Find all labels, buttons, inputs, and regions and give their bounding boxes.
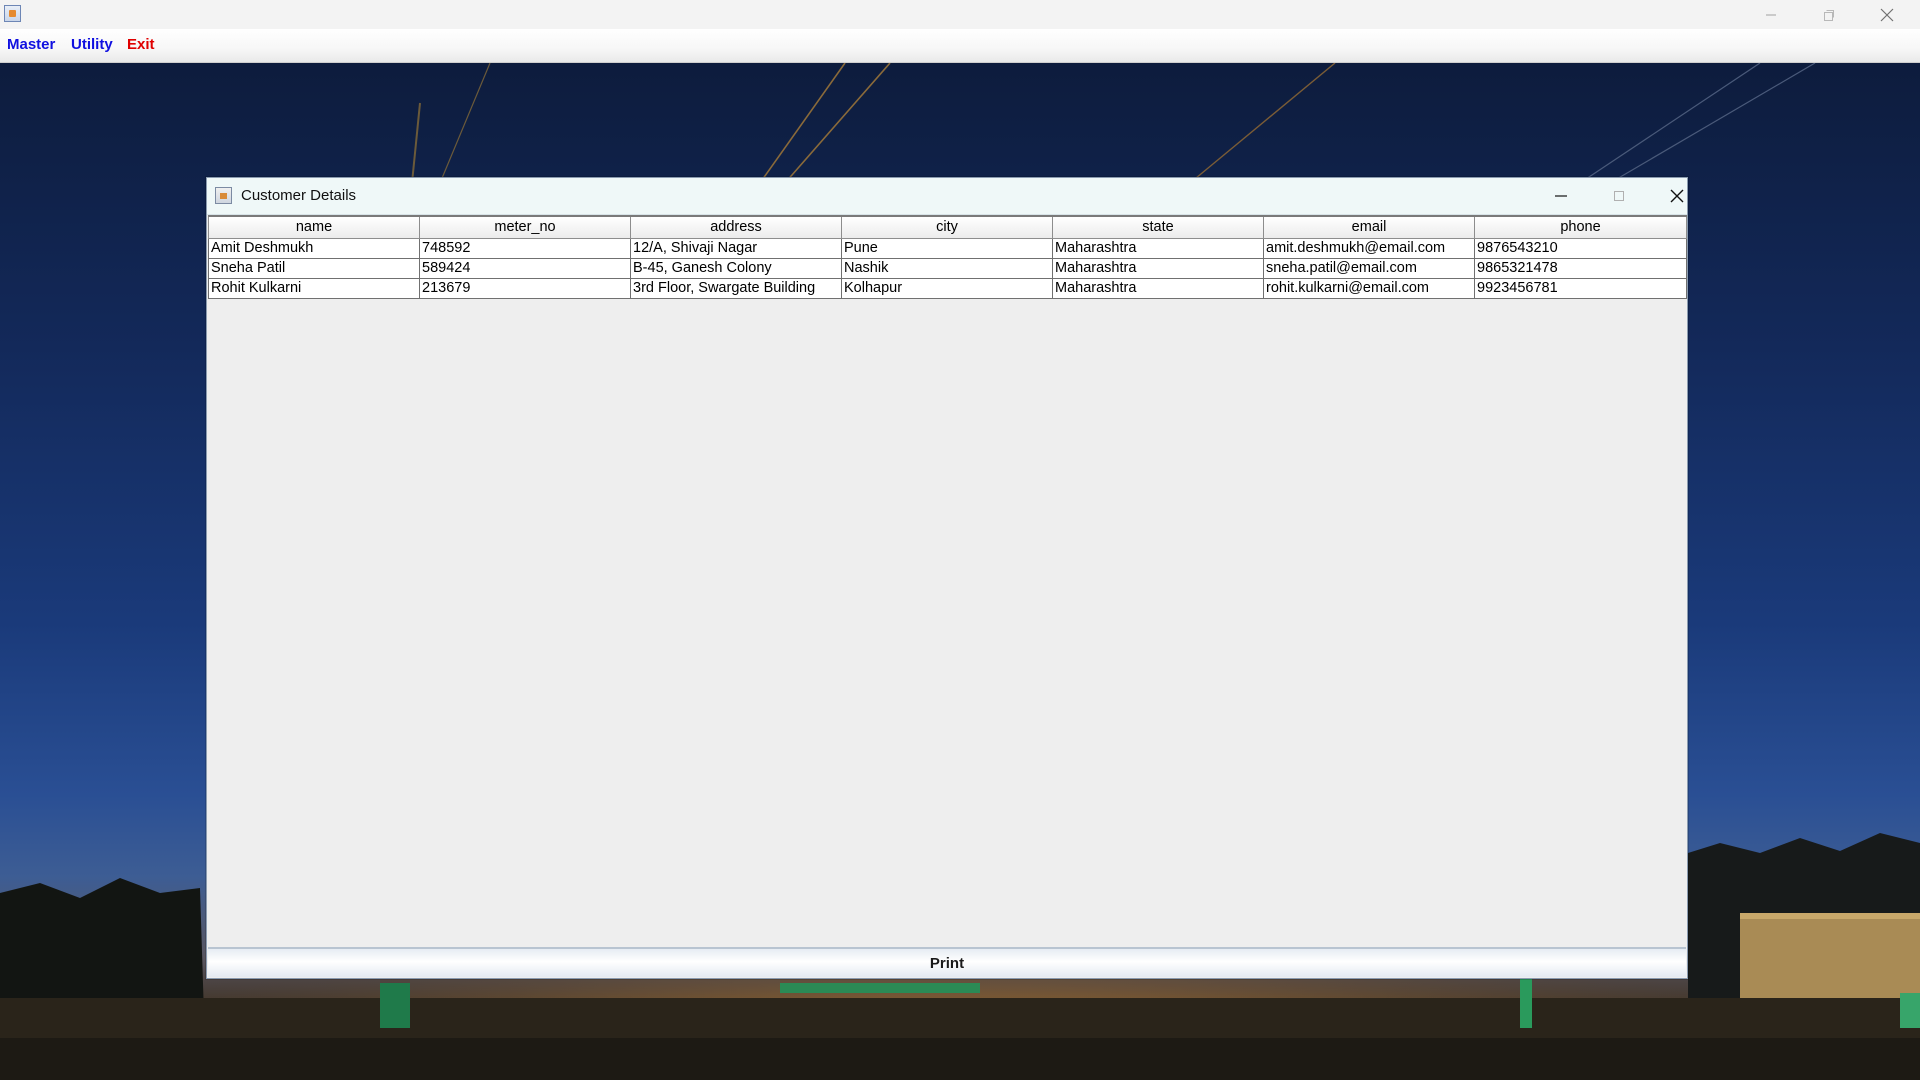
close-icon [1670, 189, 1684, 203]
cell-address[interactable]: 3rd Floor, Swargate Building [630, 277, 842, 299]
cell-phone[interactable]: 9923456781 [1474, 277, 1687, 299]
cell-state[interactable]: Maharashtra [1052, 257, 1264, 279]
cell-city[interactable]: Nashik [841, 257, 1053, 279]
dialog-maximize-button[interactable] [1599, 182, 1639, 210]
cell-phone[interactable]: 9865321478 [1474, 257, 1687, 279]
column-header-address[interactable]: address [630, 215, 842, 239]
column-header-name[interactable]: name [208, 215, 420, 239]
cell-name[interactable]: Rohit Kulkarni [208, 277, 420, 299]
minimize-icon [1766, 14, 1776, 15]
column-header-state[interactable]: state [1052, 215, 1264, 239]
window-close-button[interactable] [1858, 0, 1916, 29]
print-button[interactable]: Print [208, 947, 1686, 977]
dialog-close-button[interactable] [1657, 182, 1697, 210]
cell-meter-no[interactable]: 213679 [419, 277, 631, 299]
cell-meter-no[interactable]: 748592 [419, 237, 631, 259]
cell-state[interactable]: Maharashtra [1052, 277, 1264, 299]
menu-bar: Master Utility Exit [0, 29, 1920, 63]
cell-email[interactable]: sneha.patil@email.com [1263, 257, 1475, 279]
menu-exit[interactable]: Exit [127, 34, 155, 55]
cell-address[interactable]: B-45, Ganesh Colony [630, 257, 842, 279]
column-header-city[interactable]: city [841, 215, 1053, 239]
column-header-phone[interactable]: phone [1474, 215, 1687, 239]
table-header-row: name meter_no address city state email p… [208, 215, 1687, 239]
dialog-minimize-button[interactable] [1541, 182, 1581, 210]
cell-meter-no[interactable]: 589424 [419, 257, 631, 279]
cell-city[interactable]: Kolhapur [841, 277, 1053, 299]
restore-icon [1824, 9, 1834, 21]
java-cup-icon [4, 5, 21, 22]
column-header-email[interactable]: email [1263, 215, 1475, 239]
dialog-title: Customer Details [241, 187, 357, 204]
table-row[interactable]: Amit Deshmukh 748592 12/A, Shivaji Nagar… [208, 237, 1687, 259]
cell-city[interactable]: Pune [841, 237, 1053, 259]
dialog-title-bar[interactable]: Customer Details [207, 178, 1687, 215]
cell-name[interactable]: Sneha Patil [208, 257, 420, 279]
table-row[interactable]: Sneha Patil 589424 B-45, Ganesh Colony N… [208, 257, 1687, 279]
maximize-icon [1614, 191, 1624, 201]
cell-state[interactable]: Maharashtra [1052, 237, 1264, 259]
close-icon [1880, 8, 1894, 21]
customer-details-window: Customer Details name meter_no address c… [206, 177, 1688, 979]
cell-phone[interactable]: 9876543210 [1474, 237, 1687, 259]
cell-email[interactable]: amit.deshmukh@email.com [1263, 237, 1475, 259]
java-cup-icon [215, 187, 232, 204]
window-minimize-button[interactable] [1742, 0, 1800, 29]
window-maximize-button[interactable] [1800, 0, 1858, 29]
column-header-meter-no[interactable]: meter_no [419, 215, 631, 239]
cell-name[interactable]: Amit Deshmukh [208, 237, 420, 259]
table-row[interactable]: Rohit Kulkarni 213679 3rd Floor, Swargat… [208, 277, 1687, 299]
customer-table[interactable]: name meter_no address city state email p… [208, 215, 1687, 299]
cell-email[interactable]: rohit.kulkarni@email.com [1263, 277, 1475, 299]
table-scroll-pane[interactable]: name meter_no address city state email p… [208, 215, 1687, 947]
minimize-icon [1555, 195, 1567, 197]
window-title-bar [0, 0, 1920, 29]
cell-address[interactable]: 12/A, Shivaji Nagar [630, 237, 842, 259]
menu-utility[interactable]: Utility [71, 34, 113, 55]
menu-master[interactable]: Master [7, 34, 55, 55]
